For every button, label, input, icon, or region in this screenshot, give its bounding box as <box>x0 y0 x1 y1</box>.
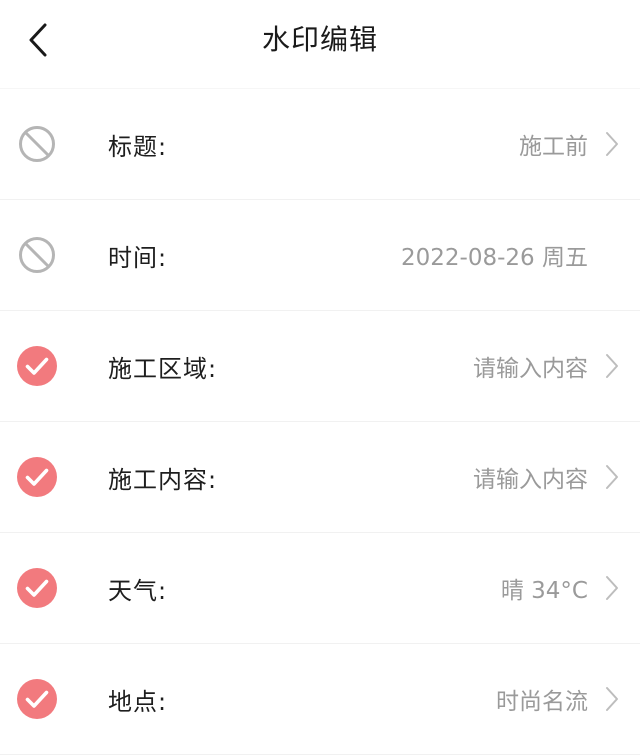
row-title[interactable]: 标题: 施工前 <box>0 88 640 200</box>
row-label: 标题: <box>108 132 168 161</box>
page-title: 水印编辑 <box>261 23 378 56</box>
row-weather[interactable]: 天气: 晴 34°C <box>0 533 640 644</box>
toggle-weather[interactable] <box>17 568 57 608</box>
header-bar: 水印编辑 <box>0 0 640 88</box>
row-label: 时间: <box>108 243 168 272</box>
row-construction-content[interactable]: 施工内容: 请输入内容 <box>0 422 640 533</box>
row-construction-area[interactable]: 施工区域: 请输入内容 <box>0 311 640 422</box>
toggle-construction-area[interactable] <box>17 346 57 386</box>
chevron-right-icon <box>602 573 622 603</box>
chevron-right-icon <box>602 684 622 714</box>
row-value: 时尚名流 <box>496 689 588 715</box>
watermark-field-list: 标题: 施工前 时间: 2022-08-26 周五 施工区域: 请输入内容 施工… <box>0 88 640 755</box>
row-value: 2022-08-26 周五 <box>401 245 588 271</box>
row-value: 晴 34°C <box>500 578 588 604</box>
toggle-title[interactable] <box>17 124 57 164</box>
chevron-right-icon <box>602 462 622 492</box>
row-value: 请输入内容 <box>473 356 588 382</box>
prohibited-icon <box>19 126 55 162</box>
row-value: 请输入内容 <box>473 467 588 493</box>
row-location[interactable]: 地点: 时尚名流 <box>0 644 640 755</box>
check-circle-icon <box>17 346 57 386</box>
prohibited-icon <box>19 237 55 273</box>
check-circle-icon <box>17 679 57 719</box>
toggle-location[interactable] <box>17 679 57 719</box>
row-label: 天气: <box>108 576 168 605</box>
check-circle-icon <box>17 568 57 608</box>
chevron-right-icon <box>602 351 622 381</box>
toggle-time[interactable] <box>17 235 57 275</box>
check-circle-icon <box>17 457 57 497</box>
row-label: 地点: <box>108 687 168 716</box>
row-time[interactable]: 时间: 2022-08-26 周五 <box>0 200 640 311</box>
chevron-right-icon <box>602 129 622 159</box>
row-value: 施工前 <box>519 134 588 160</box>
toggle-construction-content[interactable] <box>17 457 57 497</box>
row-label: 施工区域: <box>108 354 218 383</box>
row-label: 施工内容: <box>108 465 218 494</box>
